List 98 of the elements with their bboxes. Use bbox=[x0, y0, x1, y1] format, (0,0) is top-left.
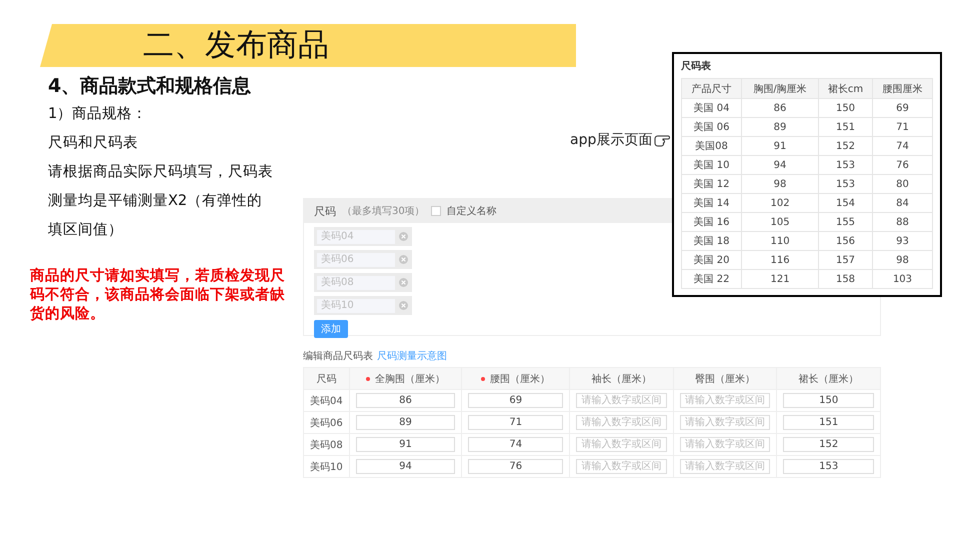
column-header: 腰围（厘米） bbox=[490, 372, 550, 386]
section-heading: 4、商品款式和规格信息 bbox=[48, 74, 252, 99]
form-hint: （最多填写30项） bbox=[342, 204, 425, 218]
clear-icon[interactable] bbox=[399, 278, 408, 287]
app-label: app展示页面 bbox=[570, 131, 652, 149]
table-cell: 美国 16 bbox=[682, 212, 742, 232]
measure-input[interactable]: 86 bbox=[356, 393, 456, 408]
size-input[interactable]: 美码04 bbox=[317, 230, 395, 244]
measure-input[interactable]: 请输入数字或区间 bbox=[576, 437, 667, 452]
table-cell: 美国 06 bbox=[682, 118, 742, 136]
table-cell: 102 bbox=[741, 194, 819, 212]
table-cell: 150 bbox=[818, 98, 872, 118]
chart-title: 尺码表 bbox=[681, 60, 712, 73]
table-cell: 76 bbox=[872, 156, 932, 174]
column-header: 产品尺寸 bbox=[682, 78, 742, 98]
table-cell: 美国 12 bbox=[682, 174, 742, 194]
table-cell: 88 bbox=[872, 212, 932, 232]
body-text: 请根据商品实际尺码填写，尺码表 bbox=[48, 162, 274, 182]
table-cell: 105 bbox=[741, 212, 819, 232]
pointing-hand-icon bbox=[654, 133, 670, 147]
table-cell: 89 bbox=[741, 118, 819, 136]
measure-input[interactable]: 91 bbox=[356, 437, 456, 452]
measure-input[interactable]: 76 bbox=[468, 459, 564, 474]
table-cell: 美国 10 bbox=[682, 156, 742, 174]
form-label: 尺码 bbox=[314, 204, 336, 218]
size-input[interactable]: 美码08 bbox=[317, 276, 395, 290]
measure-input[interactable]: 74 bbox=[468, 437, 564, 452]
measure-input[interactable]: 69 bbox=[468, 393, 564, 408]
sub-heading: 1）商品规格： bbox=[48, 104, 148, 124]
table-cell: 98 bbox=[741, 174, 819, 194]
size-input[interactable]: 美码06 bbox=[317, 252, 395, 266]
slide-title: 二、发布商品 bbox=[143, 26, 329, 65]
column-header: 裙长cm bbox=[818, 78, 872, 98]
table-cell: 91 bbox=[741, 136, 819, 156]
measure-input[interactable]: 请输入数字或区间 bbox=[680, 459, 770, 474]
table-cell: 103 bbox=[872, 270, 932, 288]
measure-input[interactable]: 150 bbox=[783, 393, 874, 408]
measure-input[interactable]: 152 bbox=[783, 437, 874, 452]
table-cell: 美国 22 bbox=[682, 270, 742, 288]
checkbox[interactable] bbox=[430, 206, 441, 216]
size-input[interactable]: 美码10 bbox=[317, 298, 395, 312]
table-cell: 美国08 bbox=[682, 136, 742, 156]
column-header: 胸围/胸厘米 bbox=[741, 78, 819, 98]
table-cell: 美国 04 bbox=[682, 98, 742, 118]
table-cell: 93 bbox=[872, 232, 932, 250]
body-text: 填区间值） bbox=[48, 221, 124, 240]
column-header: 腰围厘米 bbox=[872, 78, 932, 98]
clear-icon[interactable] bbox=[399, 232, 408, 241]
table-cell: 153 bbox=[818, 174, 872, 194]
size-cell: 美码08 bbox=[304, 434, 350, 456]
table-cell: 153 bbox=[818, 156, 872, 174]
measure-input[interactable]: 151 bbox=[783, 415, 874, 430]
table-cell: 156 bbox=[818, 232, 872, 250]
table-cell: 110 bbox=[741, 232, 819, 250]
measure-input[interactable]: 请输入数字或区间 bbox=[680, 393, 770, 408]
table-cell: 69 bbox=[872, 98, 932, 118]
size-cell: 美码06 bbox=[304, 412, 350, 434]
measure-input[interactable]: 153 bbox=[783, 459, 874, 474]
table-cell: 84 bbox=[872, 194, 932, 212]
measure-input[interactable]: 71 bbox=[468, 415, 564, 430]
table-cell: 154 bbox=[818, 194, 872, 212]
measure-input[interactable]: 89 bbox=[356, 415, 456, 430]
table-cell: 98 bbox=[872, 250, 932, 270]
table-cell: 155 bbox=[818, 212, 872, 232]
table-title: 编辑商品尺码表 bbox=[303, 350, 373, 363]
table-cell: 74 bbox=[872, 136, 932, 156]
measure-input[interactable]: 请输入数字或区间 bbox=[576, 393, 667, 408]
clear-icon[interactable] bbox=[399, 301, 408, 310]
warning-text: 商品的尺寸请如实填写，若质检发现尺码不符合，该商品将会面临下架或者缺货的风险。 bbox=[30, 266, 286, 323]
clear-icon[interactable] bbox=[399, 255, 408, 264]
checkbox-label: 自定义名称 bbox=[446, 204, 497, 218]
size-cell: 美码04 bbox=[304, 390, 350, 412]
measure-input[interactable]: 请输入数字或区间 bbox=[576, 459, 667, 474]
table-cell: 美国 18 bbox=[682, 232, 742, 250]
body-text: 测量均是平铺测量X2（有弹性的 bbox=[48, 192, 264, 211]
table-cell: 152 bbox=[818, 136, 872, 156]
column-header: 袖长（厘米） bbox=[591, 372, 652, 386]
body-text: 尺码和尺码表 bbox=[48, 134, 139, 153]
table-cell: 157 bbox=[818, 250, 872, 270]
table-cell: 美国 14 bbox=[682, 194, 742, 212]
table-cell: 116 bbox=[741, 250, 819, 270]
measure-input[interactable]: 94 bbox=[356, 459, 456, 474]
size-cell: 美码10 bbox=[304, 456, 350, 478]
measure-input[interactable]: 请输入数字或区间 bbox=[680, 415, 770, 430]
table-cell: 151 bbox=[818, 118, 872, 136]
measure-input[interactable]: 请输入数字或区间 bbox=[680, 437, 770, 452]
table-cell: 71 bbox=[872, 118, 932, 136]
column-header: 裙长（厘米） bbox=[798, 372, 859, 386]
table-cell: 美国 20 bbox=[682, 250, 742, 270]
measure-input[interactable]: 请输入数字或区间 bbox=[576, 415, 667, 430]
table-cell: 86 bbox=[741, 98, 819, 118]
table-cell: 80 bbox=[872, 174, 932, 194]
column-header: 尺码 bbox=[316, 372, 336, 386]
column-header: 臀围（厘米） bbox=[695, 372, 756, 386]
table-cell: 121 bbox=[741, 270, 819, 288]
table-cell: 94 bbox=[741, 156, 819, 174]
column-header: 全胸围（厘米） bbox=[375, 372, 446, 386]
table-cell: 158 bbox=[818, 270, 872, 288]
